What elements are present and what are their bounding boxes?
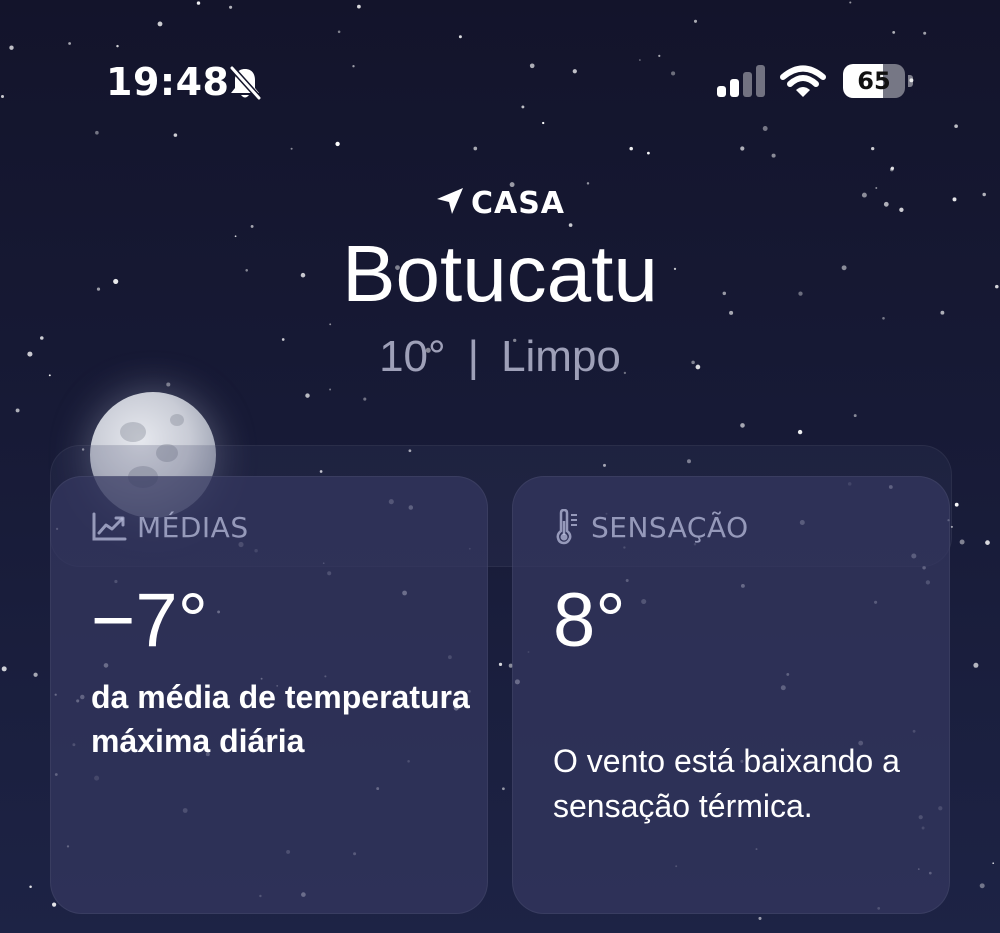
star bbox=[498, 662, 503, 667]
star bbox=[305, 393, 310, 398]
bell-muted-icon bbox=[229, 65, 262, 101]
averages-card-title: MÉDIAS bbox=[137, 510, 249, 544]
star bbox=[973, 662, 979, 668]
star bbox=[290, 147, 293, 150]
thermometer-icon bbox=[556, 509, 577, 545]
star bbox=[979, 883, 985, 889]
star bbox=[992, 862, 995, 865]
star bbox=[329, 388, 332, 391]
star bbox=[586, 182, 590, 185]
star bbox=[853, 414, 857, 418]
feels-like-card[interactable]: SENSAÇÃO 8° O vento está baixando a sens… bbox=[512, 476, 950, 914]
star bbox=[473, 146, 478, 151]
star bbox=[959, 539, 965, 545]
battery-icon: 65 bbox=[843, 64, 905, 98]
star bbox=[502, 787, 505, 791]
star bbox=[889, 167, 894, 172]
current-temperature: 10° bbox=[379, 332, 446, 381]
status-time: 19:48 bbox=[106, 60, 230, 104]
status-bar: 19:48 65 bbox=[0, 0, 1000, 130]
feels-like-card-header: SENSAÇÃO bbox=[553, 507, 749, 547]
star bbox=[29, 885, 32, 889]
star bbox=[95, 130, 99, 135]
summary-separator: | bbox=[467, 332, 480, 381]
location-header: CASA bbox=[0, 186, 1000, 221]
star bbox=[33, 672, 38, 677]
feels-like-description: O vento está baixando a sensação térmica… bbox=[553, 743, 900, 824]
star bbox=[1, 666, 7, 672]
averages-description: da média de temperatura máxima diária bbox=[91, 679, 470, 759]
feels-like-card-title: SENSAÇÃO bbox=[591, 510, 749, 544]
signal-icon bbox=[717, 65, 765, 97]
star bbox=[166, 382, 171, 387]
star bbox=[871, 146, 875, 151]
star bbox=[954, 502, 959, 507]
star bbox=[985, 540, 990, 545]
star bbox=[568, 223, 573, 227]
star bbox=[740, 423, 745, 428]
star bbox=[173, 133, 178, 137]
battery-indicator: 65 bbox=[843, 64, 915, 100]
location-label: CASA bbox=[470, 186, 566, 221]
star bbox=[629, 146, 633, 151]
star bbox=[15, 408, 20, 413]
star bbox=[797, 429, 803, 435]
star bbox=[758, 916, 762, 920]
star bbox=[771, 153, 776, 158]
weather-summary: 10° | Limpo bbox=[0, 332, 1000, 382]
star bbox=[329, 323, 332, 326]
star bbox=[647, 151, 650, 155]
battery-level: 65 bbox=[857, 67, 891, 95]
star bbox=[890, 166, 895, 170]
wifi-icon bbox=[780, 65, 826, 97]
chart-trend-icon bbox=[92, 512, 127, 541]
averages-card-header: MÉDIAS bbox=[91, 507, 249, 547]
star bbox=[740, 146, 745, 151]
battery-cap bbox=[908, 75, 913, 87]
star bbox=[335, 141, 340, 147]
city-name: Botucatu bbox=[342, 229, 658, 318]
feels-like-value: 8° bbox=[553, 578, 626, 663]
averages-card[interactable]: MÉDIAS −7° da média de temperatura máxim… bbox=[50, 476, 488, 914]
location-arrow-icon bbox=[436, 188, 463, 214]
star bbox=[52, 902, 57, 907]
star bbox=[363, 397, 367, 401]
weather-condition: Limpo bbox=[501, 332, 621, 381]
averages-value: −7° bbox=[91, 578, 209, 663]
